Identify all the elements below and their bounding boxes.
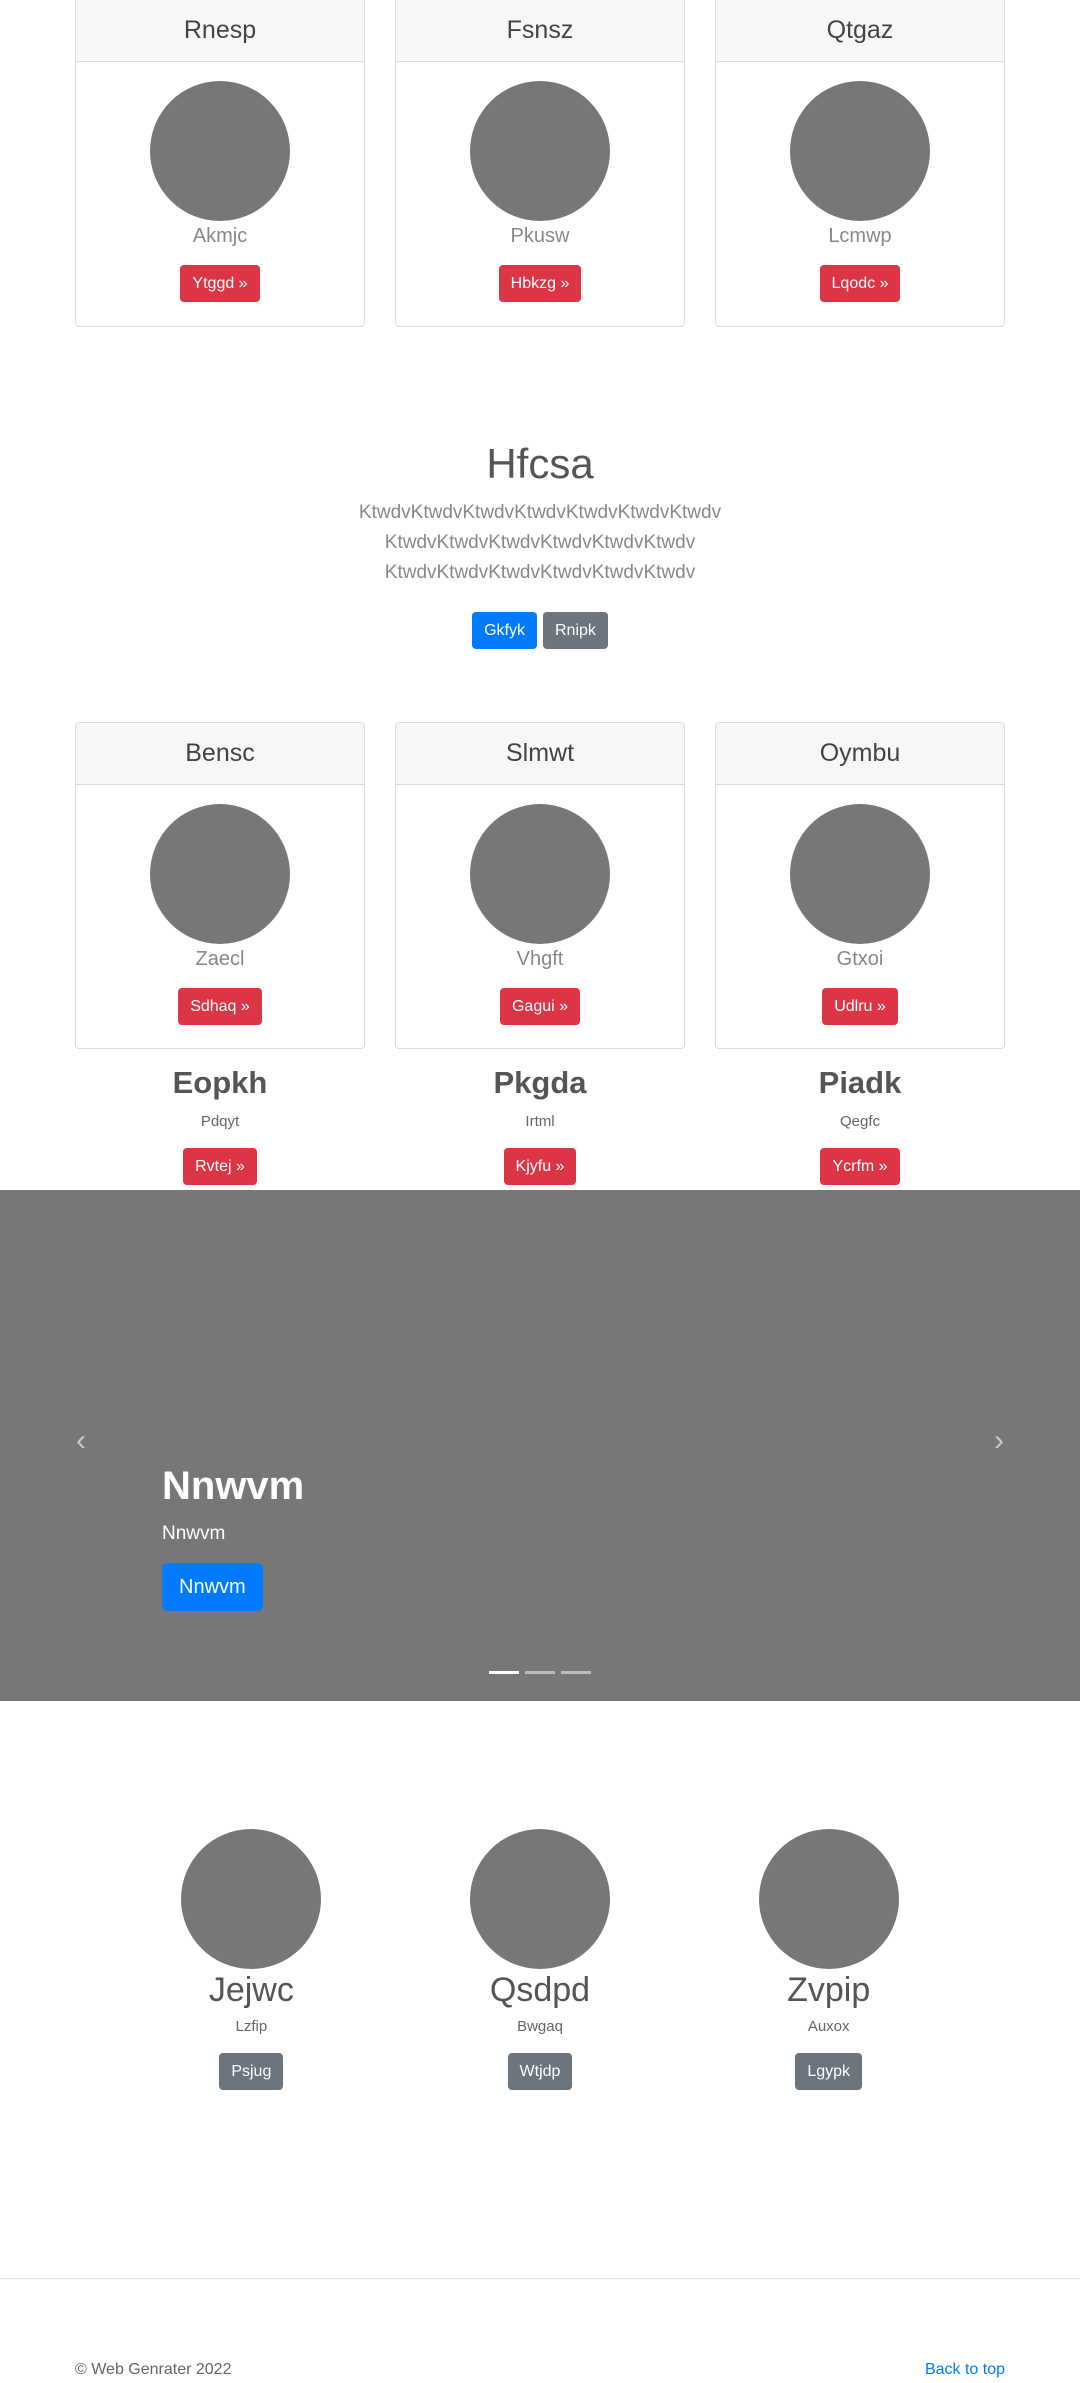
hero-section: Hfcsa KtwdvKtwdvKtwdvKtwdvKtwdvKtwdvKtwd… <box>0 440 1080 649</box>
marketing-title: Qsdpd <box>489 1971 591 2009</box>
card-title: Oymbu <box>716 723 1004 785</box>
carousel-next-icon[interactable]: › <box>984 1426 1014 1456</box>
card-button[interactable]: Gagui » <box>499 988 581 1025</box>
carousel-indicator[interactable] <box>561 1671 591 1674</box>
feature-row: Eopkh Pdqyt Rvtej » Pkgda Irtml Kjyfu » … <box>75 1065 1005 1185</box>
feature-title: Eopkh <box>172 1065 268 1100</box>
carousel-indicator[interactable] <box>525 1671 555 1674</box>
feature-title: Pkgda <box>493 1065 587 1100</box>
card-title: Qtgaz <box>716 0 1004 62</box>
carousel-caption: Nnwvm Nnwvm Nnwvm <box>162 1464 304 1611</box>
footer-divider <box>0 2278 1080 2279</box>
card: Rnesp Akmjc Ytggd » <box>75 0 365 327</box>
carousel-prev-icon[interactable]: ‹ <box>66 1426 96 1456</box>
avatar-placeholder <box>470 1829 610 1969</box>
back-to-top-link[interactable]: Back to top <box>925 2361 1005 2379</box>
hero-title: Hfcsa <box>486 440 594 487</box>
avatar-placeholder <box>150 804 290 944</box>
marketing-item: Qsdpd Bwgaq Wtjdp <box>396 1829 685 2090</box>
feature-item: Piadk Qegfc Ycrfm » <box>715 1065 1005 1185</box>
feature-subtitle: Qegfc <box>839 1113 881 1130</box>
card-subtitle: Zaecl <box>195 948 245 970</box>
card: Qtgaz Lcmwp Lqodc » <box>715 0 1005 327</box>
mid-card-row: Bensc Zaecl Sdhaq » Slmwt Vhgft Gagui » … <box>75 722 1005 1049</box>
card-title: Fsnsz <box>396 0 684 62</box>
avatar-placeholder <box>790 804 930 944</box>
carousel-text: Nnwvm <box>162 1523 226 1544</box>
card-button[interactable]: Sdhaq » <box>178 988 262 1025</box>
carousel: ‹ › Nnwvm Nnwvm Nnwvm <box>0 1190 1080 1701</box>
marketing-title: Zvpip <box>787 1971 871 2009</box>
card-button[interactable]: Lqodc » <box>819 265 901 302</box>
card-button[interactable]: Hbkzg » <box>498 265 582 302</box>
feature-button[interactable]: Ycrfm » <box>820 1148 900 1185</box>
feature-subtitle: Pdqyt <box>200 1113 240 1130</box>
card: Bensc Zaecl Sdhaq » <box>75 722 365 1049</box>
card-title: Rnesp <box>76 0 364 62</box>
feature-subtitle: Irtml <box>525 1113 555 1130</box>
marketing-row: Jejwc Lzfip Psjug Qsdpd Bwgaq Wtjdp Zvpi… <box>107 1829 973 2090</box>
marketing-item: Jejwc Lzfip Psjug <box>107 1829 396 2090</box>
marketing-button[interactable]: Psjug <box>219 2053 284 2090</box>
card-title: Bensc <box>76 723 364 785</box>
carousel-indicator[interactable] <box>489 1671 519 1674</box>
footer-copyright: © Web Genrater 2022 <box>75 2361 232 2378</box>
card-subtitle: Vhgft <box>516 948 564 970</box>
avatar-placeholder <box>758 1829 899 1969</box>
marketing-button[interactable]: Lgypk <box>795 2053 863 2090</box>
feature-button[interactable]: Kjyfu » <box>503 1148 577 1185</box>
card-button[interactable]: Udlru » <box>822 988 898 1025</box>
card: Fsnsz Pkusw Hbkzg » <box>395 0 685 327</box>
carousel-button[interactable]: Nnwvm <box>162 1563 263 1611</box>
marketing-subtitle: Auxox <box>807 2018 850 2035</box>
marketing-title: Jejwc <box>208 1971 294 2009</box>
card-subtitle: Akmjc <box>192 225 248 247</box>
card-subtitle: Lcmwp <box>828 225 892 247</box>
avatar-placeholder <box>470 804 610 944</box>
marketing-item: Zvpip Auxox Lgypk <box>684 1829 973 2090</box>
hero-text: KtwdvKtwdvKtwdvKtwdvKtwdvKtwdvKtwdv Ktwd… <box>358 502 722 583</box>
feature-title: Piadk <box>818 1065 902 1100</box>
feature-item: Eopkh Pdqyt Rvtej » <box>75 1065 365 1185</box>
avatar-placeholder <box>150 81 290 221</box>
top-card-row: Rnesp Akmjc Ytggd » Fsnsz Pkusw Hbkzg » … <box>75 0 1005 327</box>
card-title: Slmwt <box>396 723 684 785</box>
feature-button[interactable]: Rvtej » <box>183 1148 257 1185</box>
card-subtitle: Pkusw <box>510 225 570 247</box>
card-button[interactable]: Ytggd » <box>180 265 260 302</box>
card: Oymbu Gtxoi Udlru » <box>715 722 1005 1049</box>
avatar-placeholder <box>790 81 930 221</box>
marketing-subtitle: Bwgaq <box>517 2018 563 2035</box>
marketing-subtitle: Lzfip <box>235 2018 268 2035</box>
card-subtitle: Gtxoi <box>836 948 884 970</box>
avatar-placeholder <box>470 81 610 221</box>
carousel-indicators <box>0 1671 1080 1674</box>
feature-item: Pkgda Irtml Kjyfu » <box>395 1065 685 1185</box>
hero-primary-button[interactable]: Gkfyk <box>472 612 537 649</box>
marketing-button[interactable]: Wtjdp <box>507 2053 573 2090</box>
card: Slmwt Vhgft Gagui » <box>395 722 685 1049</box>
carousel-heading: Nnwvm <box>162 1464 305 1508</box>
hero-secondary-button[interactable]: Rnipk <box>542 612 608 649</box>
avatar-placeholder <box>181 1829 322 1969</box>
